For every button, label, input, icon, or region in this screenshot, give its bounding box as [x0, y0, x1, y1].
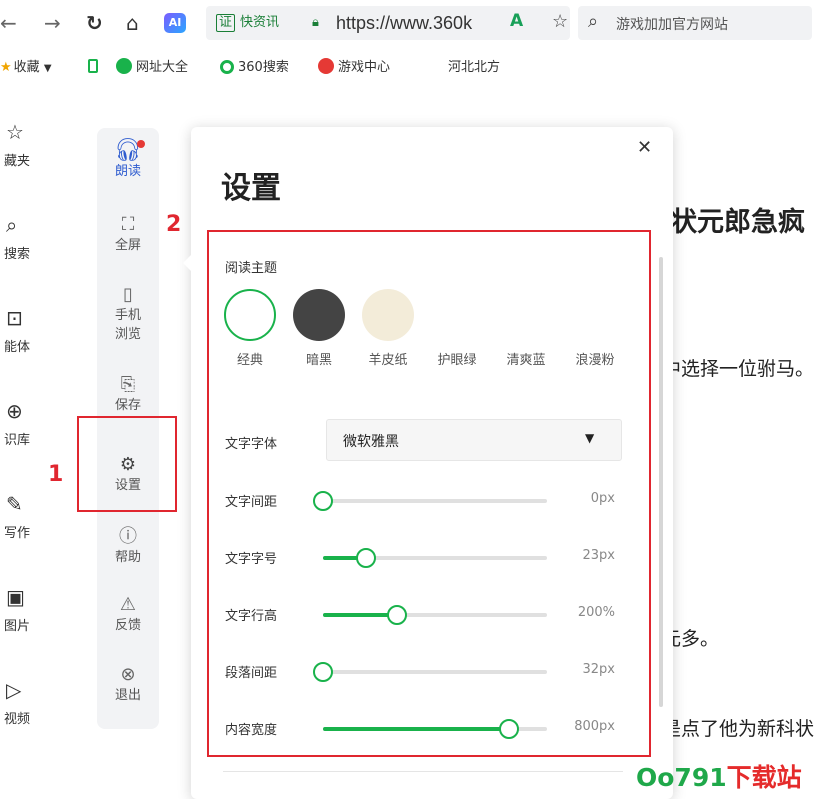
panel-pointer — [183, 255, 191, 271]
chevron-down-icon: ▼ — [43, 63, 52, 74]
star-icon: ★ — [0, 60, 12, 75]
help-icon: ⓘ — [119, 526, 137, 547]
sidebar-item-label: 藏夹 — [4, 154, 31, 169]
bookmark-label: 河北北方 — [448, 60, 501, 75]
sidebar-item-search[interactable]: ⌕ 搜索 — [0, 213, 60, 262]
tool-exit[interactable]: ⊗ 退出 — [97, 664, 159, 705]
bookmark-mobile[interactable] — [88, 58, 98, 78]
fullscreen-icon: ⛶ — [121, 214, 135, 235]
back-icon[interactable]: ← — [0, 11, 17, 35]
tool-label: 帮助 — [114, 550, 141, 565]
tool-read-aloud[interactable]: 🎧︎ 朗读 — [97, 140, 159, 181]
forward-icon[interactable]: → — [44, 11, 61, 35]
bookmark-favorites[interactable]: ★ 收藏 ▼ — [0, 58, 52, 79]
watermark-logo: Oo791下载站 — [636, 758, 802, 794]
home-icon[interactable]: ⌂ — [126, 11, 139, 35]
url-text[interactable]: https://www.360k — [336, 11, 472, 35]
ai-icon[interactable]: AI — [164, 13, 186, 33]
game-icon — [318, 58, 334, 74]
tool-save[interactable]: ⎘ 保存 — [97, 374, 159, 415]
panel-title: 设置 — [221, 171, 281, 206]
sidebar-item-knowledge[interactable]: ⊕ 识库 — [0, 399, 60, 448]
lock-icon: 🔒︎ — [312, 15, 319, 30]
tool-label: 退出 — [114, 688, 141, 703]
tool-feedback[interactable]: ⚠ 反馈 — [97, 594, 159, 635]
bookmark-site-nav[interactable]: 网址大全 — [116, 58, 188, 78]
search-icon: ⌕ — [6, 213, 18, 237]
phone-icon: ▯ — [123, 284, 133, 305]
watermark-green: Oo791 — [636, 763, 727, 792]
tool-label: 朗读 — [114, 164, 141, 179]
bookmark-label: 网址大全 — [136, 60, 189, 75]
sidebar-item-video[interactable]: ▷ 视频 — [0, 678, 60, 727]
tool-label: 手机 — [114, 308, 141, 323]
annotation-number-1: 1 — [48, 462, 64, 487]
bookmark-label: 游戏中心 — [338, 60, 391, 75]
cert-badge-text: 快资讯 — [240, 15, 280, 30]
sidebar-item-label: 写作 — [4, 526, 31, 541]
left-sidebar: ☆ 藏夹 ⌕ 搜索 ⊡ 能体 ⊕ 识库 ✎ 写作 ▣ 图片 ▷ 视频 — [0, 110, 60, 799]
pen-icon: ✎ — [6, 492, 23, 516]
bookmark-game-center[interactable]: 游戏中心 — [318, 58, 390, 78]
panel-divider — [223, 771, 623, 772]
site-nav-icon — [116, 58, 132, 74]
tool-label: 浏览 — [114, 327, 141, 342]
sidebar-item-writing[interactable]: ✎ 写作 — [0, 492, 60, 541]
bookmark-label: 收藏 — [13, 60, 40, 75]
cert-badge: 证 — [216, 14, 236, 32]
sidebar-item-favorites[interactable]: ☆ 藏夹 — [0, 120, 60, 169]
annotation-number-2: 2 — [166, 212, 182, 237]
watermark-red: 下载站 — [726, 763, 802, 792]
bookmark-hebei[interactable]: 河北北方 — [448, 58, 500, 78]
annotation-box-panel — [207, 230, 651, 757]
tool-help[interactable]: ⓘ 帮助 — [97, 526, 159, 567]
sidebar-item-label: 图片 — [4, 619, 31, 634]
sidebar-item-agent[interactable]: ⊡ 能体 — [0, 306, 60, 355]
article-headline: 状元郎急疯 — [670, 207, 805, 238]
feedback-icon: ⚠ — [119, 594, 137, 615]
star-icon[interactable]: ☆ — [552, 11, 568, 32]
close-icon[interactable]: ✕ — [637, 137, 652, 158]
refresh-icon[interactable]: ↻ — [86, 11, 103, 35]
bookmark-label: 360搜索 — [238, 60, 289, 75]
article-line: 是点了他为新科状 — [662, 718, 815, 740]
save-icon: ⎘ — [120, 374, 136, 395]
image-icon: ▣ — [6, 585, 25, 609]
panel-scrollbar[interactable] — [659, 257, 663, 707]
bookmark-360-search[interactable]: 360搜索 — [220, 58, 289, 78]
tool-label: 全屏 — [114, 238, 141, 253]
sidebar-item-label: 识库 — [4, 433, 31, 448]
annotation-box-settings — [77, 416, 177, 512]
tool-fullscreen[interactable]: ⛶ 全屏 — [97, 214, 159, 255]
tool-label: 反馈 — [114, 618, 141, 633]
knowledge-icon: ⊕ — [6, 399, 23, 423]
exit-icon: ⊗ — [120, 664, 136, 685]
search-logo-icon — [220, 60, 234, 74]
search-icon: ⌕ — [588, 11, 599, 32]
mobile-icon — [88, 59, 98, 73]
browser-window: ← → ↻ ⌂ AI 证 快资讯 🔒︎ https://www.360k A ☆… — [0, 0, 832, 799]
read-aloud-icon[interactable]: A — [510, 11, 523, 31]
address-bar[interactable]: 证 快资讯 🔒︎ https://www.360k A ☆ — [206, 6, 570, 40]
article-line: 中选择一位驸马。 — [662, 358, 815, 380]
video-icon: ▷ — [6, 678, 22, 702]
tool-label: 保存 — [114, 398, 141, 413]
headphones-icon: 🎧︎ — [114, 138, 142, 163]
sidebar-item-label: 视频 — [4, 712, 31, 727]
agent-icon: ⊡ — [6, 306, 23, 330]
tool-mobile-view[interactable]: ▯ 手机 浏览 — [97, 284, 159, 344]
sidebar-item-label: 搜索 — [4, 247, 31, 262]
sidebar-item-label: 能体 — [4, 340, 31, 355]
star-icon: ☆ — [6, 120, 24, 144]
sidebar-item-image[interactable]: ▣ 图片 — [0, 585, 60, 634]
notification-dot — [137, 140, 145, 148]
